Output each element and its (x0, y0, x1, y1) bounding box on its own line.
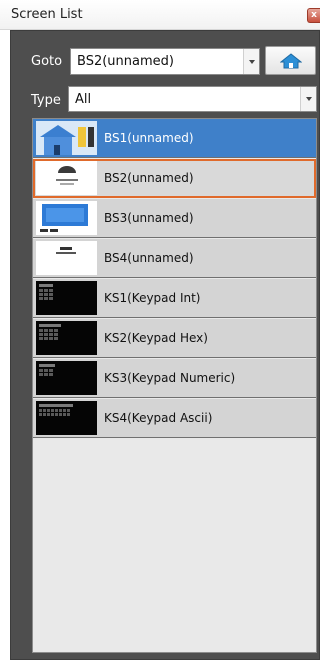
list-item[interactable]: BS1(unnamed) (33, 119, 316, 158)
screen-list: BS1(unnamed) BS2(unnamed) BS3(unnamed) B… (32, 118, 317, 653)
goto-value: BS2(unnamed) (77, 54, 174, 69)
screen-thumbnail (36, 241, 97, 275)
list-item[interactable]: BS4(unnamed) (33, 239, 316, 278)
chevron-down-icon[interactable] (243, 49, 259, 74)
screen-list-window: Screen List x Goto BS2(unnamed) Type All (0, 0, 320, 668)
screen-thumbnail (36, 201, 97, 235)
window-bottom-edge (0, 660, 320, 668)
goto-label: Goto (31, 54, 63, 69)
screen-thumbnail (36, 361, 97, 395)
screen-thumbnail (36, 321, 97, 355)
list-item[interactable]: KS1(Keypad Int) (33, 279, 316, 318)
list-item[interactable]: KS3(Keypad Numeric) (33, 359, 316, 398)
type-dropdown[interactable]: All (68, 86, 317, 112)
list-item[interactable]: BS2(unnamed) (33, 159, 316, 198)
list-item-label: KS2(Keypad Hex) (104, 331, 208, 345)
type-value: All (75, 92, 92, 107)
list-item-label: BS4(unnamed) (104, 251, 194, 265)
list-item-label: BS3(unnamed) (104, 211, 194, 225)
screen-list-panel: Goto BS2(unnamed) Type All BS1(unnamed) … (10, 30, 320, 660)
home-icon (279, 52, 302, 68)
home-button[interactable] (265, 46, 316, 75)
screen-thumbnail (36, 121, 97, 155)
screen-thumbnail (36, 161, 97, 195)
window-title: Screen List (11, 7, 83, 22)
list-item[interactable]: BS3(unnamed) (33, 199, 316, 238)
type-label: Type (31, 93, 61, 108)
screen-thumbnail (36, 281, 97, 315)
goto-dropdown[interactable]: BS2(unnamed) (70, 48, 260, 75)
list-item-label: BS1(unnamed) (104, 131, 194, 145)
chevron-down-icon[interactable] (300, 87, 316, 111)
list-item-label: KS4(Keypad Ascii) (104, 411, 213, 425)
list-item-label: BS2(unnamed) (104, 171, 194, 185)
list-item-label: KS3(Keypad Numeric) (104, 371, 236, 385)
list-item-label: KS1(Keypad Int) (104, 291, 201, 305)
screen-thumbnail (36, 401, 97, 435)
title-bar[interactable]: Screen List x (0, 0, 320, 30)
list-item[interactable]: KS4(Keypad Ascii) (33, 399, 316, 438)
close-icon[interactable]: x (307, 8, 320, 23)
list-item[interactable]: KS2(Keypad Hex) (33, 319, 316, 358)
